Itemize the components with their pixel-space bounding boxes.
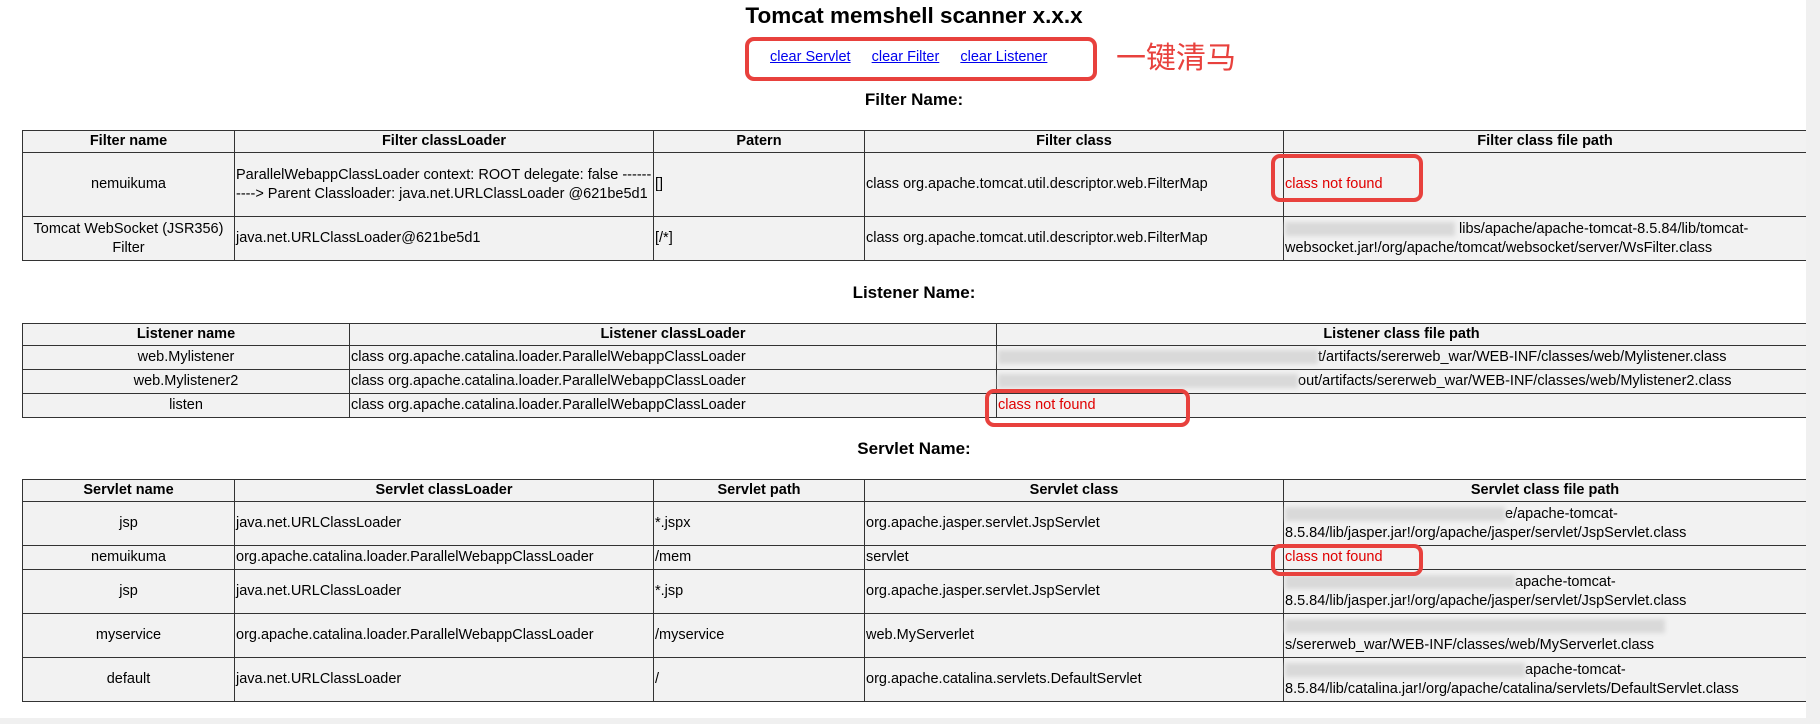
filter-header-class: Filter class: [864, 130, 1284, 153]
redacted-path: [998, 350, 1318, 365]
servlet-name-cell: nemuikuma: [22, 545, 235, 570]
servlet-name-cell: default: [22, 657, 235, 702]
not-found-highlight-listener: [985, 389, 1190, 427]
servlet-classloader-cell: org.apache.catalina.loader.ParallelWebap…: [234, 613, 654, 658]
servlet-path-cell: /mem: [653, 545, 865, 570]
servlet-classloader-cell: org.apache.catalina.loader.ParallelWebap…: [234, 545, 654, 570]
listener-header-classloader: Listener classLoader: [349, 323, 997, 346]
servlet-file-path-cell: s/sererweb_war/WEB-INF/classes/web/MySer…: [1283, 613, 1807, 658]
filter-class-cell: class org.apache.tomcat.util.descriptor.…: [864, 152, 1284, 217]
clear-links-highlight: [745, 37, 1097, 81]
redacted-path: [1285, 618, 1665, 633]
servlet-name-cell: jsp: [22, 569, 235, 614]
servlet-name-cell: jsp: [22, 501, 235, 546]
listener-header-path: Listener class file path: [996, 323, 1807, 346]
servlet-header-path: Servlet path: [653, 479, 865, 502]
servlet-header-file-path: Servlet class file path: [1283, 479, 1807, 502]
filter-table: Filter name Filter classLoader Patern Fi…: [22, 130, 1807, 261]
listener-classloader-cell: class org.apache.catalina.loader.Paralle…: [349, 369, 997, 394]
listener-name-cell: web.Mylistener: [22, 345, 350, 370]
filter-name-cell: nemuikuma: [22, 152, 235, 217]
servlet-header-name: Servlet name: [22, 479, 235, 502]
filter-name-cell: Tomcat WebSocket (JSR356) Filter: [22, 216, 235, 261]
table-row: nemuikuma ParallelWebappClassLoader cont…: [22, 152, 1807, 217]
annotation-label: 一键清马: [1116, 42, 1236, 75]
servlet-name-cell: myservice: [22, 613, 235, 658]
page-edge-right: [1806, 0, 1820, 724]
redacted-path: [1285, 506, 1505, 521]
page-title: Tomcat memshell scanner x.x.x: [745, 3, 1083, 28]
filter-section-title: Filter Name:: [864, 90, 964, 109]
redacted-path: [1285, 574, 1515, 589]
listener-classloader-cell: class org.apache.catalina.loader.Paralle…: [349, 345, 997, 370]
filter-header-path: Filter class file path: [1283, 130, 1807, 153]
filter-header-name: Filter name: [22, 130, 235, 153]
servlet-file-path-cell: apache-tomcat-8.5.84/lib/catalina.jar!/o…: [1283, 657, 1807, 702]
servlet-header-class: Servlet class: [864, 479, 1284, 502]
page-edge-bottom: [0, 718, 1820, 724]
servlet-table: Servlet name Servlet classLoader Servlet…: [22, 479, 1807, 702]
table-row: myservice org.apache.catalina.loader.Par…: [22, 613, 1807, 658]
listener-header-name: Listener name: [22, 323, 350, 346]
servlet-file-path-cell: apache-tomcat-8.5.84/lib/jasper.jar!/org…: [1283, 569, 1807, 614]
servlet-path-cell: /myservice: [653, 613, 865, 658]
filter-path-cell: libs/apache/apache-tomcat-8.5.84/lib/tom…: [1283, 216, 1807, 261]
table-row: web.Mylistener2 class org.apache.catalin…: [22, 369, 1807, 394]
listener-name-cell: listen: [22, 393, 350, 418]
filter-patern-cell: [/*]: [653, 216, 865, 261]
not-found-highlight-filter: [1271, 154, 1423, 202]
filter-header-patern: Patern: [653, 130, 865, 153]
table-row: jsp java.net.URLClassLoader *.jsp org.ap…: [22, 569, 1807, 614]
listener-table: Listener name Listener classLoader Liste…: [22, 323, 1807, 418]
servlet-header-classloader: Servlet classLoader: [234, 479, 654, 502]
servlet-class-cell: web.MyServerlet: [864, 613, 1284, 658]
servlet-class-cell: org.apache.catalina.servlets.DefaultServ…: [864, 657, 1284, 702]
filter-class-cell: class org.apache.tomcat.util.descriptor.…: [864, 216, 1284, 261]
table-row: nemuikuma org.apache.catalina.loader.Par…: [22, 545, 1807, 570]
redacted-path: [1285, 662, 1525, 677]
servlet-path-cell: /: [653, 657, 865, 702]
servlet-classloader-cell: java.net.URLClassLoader: [234, 657, 654, 702]
filter-classloader-cell: java.net.URLClassLoader@621be5d1: [234, 216, 654, 261]
servlet-classloader-cell: java.net.URLClassLoader: [234, 501, 654, 546]
servlet-path-cell: *.jsp: [653, 569, 865, 614]
redacted-path: [998, 374, 1298, 389]
listener-section-title: Listener Name:: [852, 283, 976, 302]
table-row: jsp java.net.URLClassLoader *.jspx org.a…: [22, 501, 1807, 546]
listener-path-cell: t/artifacts/sererweb_war/WEB-INF/classes…: [996, 345, 1807, 370]
servlet-classloader-cell: java.net.URLClassLoader: [234, 569, 654, 614]
listener-classloader-cell: class org.apache.catalina.loader.Paralle…: [349, 393, 997, 418]
filter-classloader-cell: ParallelWebappClassLoader context: ROOT …: [234, 152, 654, 217]
not-found-highlight-servlet: [1271, 544, 1423, 576]
listener-name-cell: web.Mylistener2: [22, 369, 350, 394]
table-row: listen class org.apache.catalina.loader.…: [22, 393, 1807, 418]
servlet-class-cell: org.apache.jasper.servlet.JspServlet: [864, 501, 1284, 546]
table-row: web.Mylistener class org.apache.catalina…: [22, 345, 1807, 370]
table-row: Tomcat WebSocket (JSR356) Filter java.ne…: [22, 216, 1807, 261]
filter-patern-cell: []: [653, 152, 865, 217]
servlet-path-cell: *.jspx: [653, 501, 865, 546]
servlet-file-path-cell: e/apache-tomcat-8.5.84/lib/jasper.jar!/o…: [1283, 501, 1807, 546]
servlet-class-cell: org.apache.jasper.servlet.JspServlet: [864, 569, 1284, 614]
servlet-class-cell: servlet: [864, 545, 1284, 570]
servlet-section-title: Servlet Name:: [857, 439, 971, 458]
redacted-path: [1285, 221, 1455, 236]
page: Tomcat memshell scanner x.x.x clear Serv…: [0, 0, 1807, 718]
table-row: default java.net.URLClassLoader / org.ap…: [22, 657, 1807, 702]
filter-header-classloader: Filter classLoader: [234, 130, 654, 153]
